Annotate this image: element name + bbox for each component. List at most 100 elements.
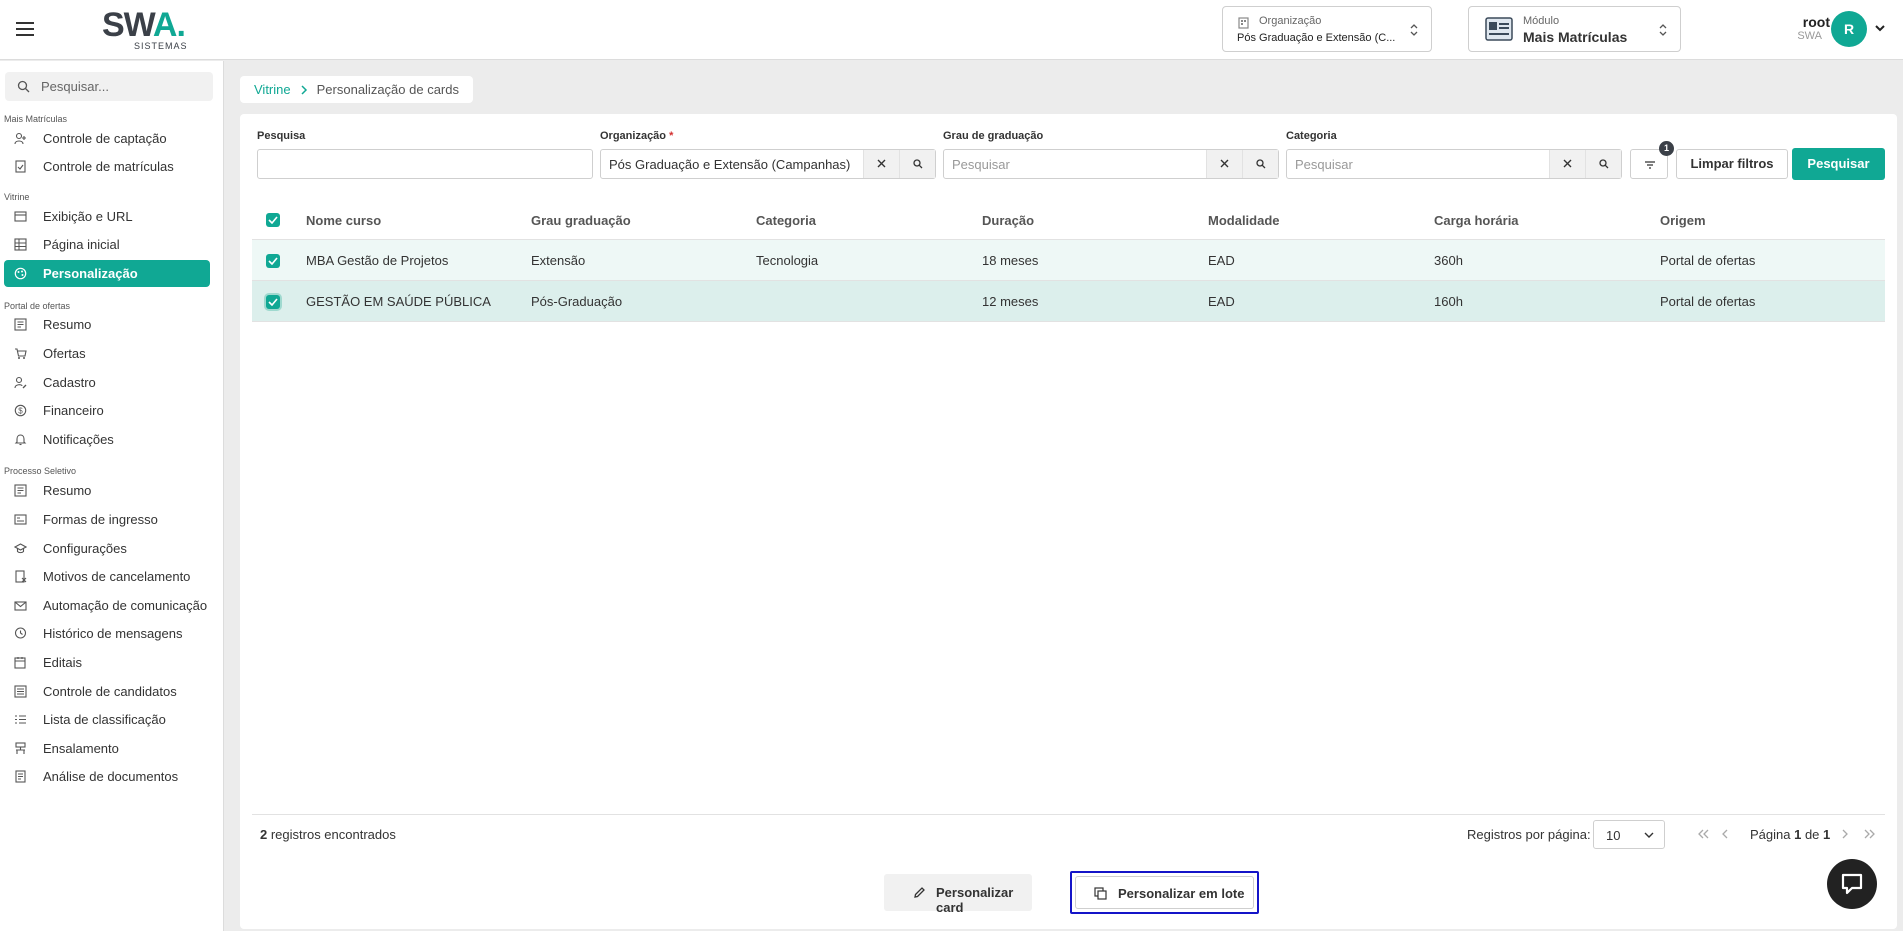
sidebar-item-personalizacao[interactable]: Personalização xyxy=(4,260,210,287)
sidebar-item-financeiro[interactable]: $ Financeiro xyxy=(4,397,210,424)
grau-clear-button[interactable] xyxy=(1206,150,1242,178)
grau-field[interactable]: Pesquisar xyxy=(943,149,1279,179)
column-header-origem[interactable]: Origem xyxy=(1660,213,1706,228)
sidebar-item-label: Controle de candidatos xyxy=(43,684,177,699)
next-page-button[interactable] xyxy=(1837,824,1857,844)
breadcrumb-current: Personalização de cards xyxy=(316,82,459,97)
column-header-duracao[interactable]: Duração xyxy=(982,213,1034,228)
search-icon xyxy=(1256,159,1266,169)
sidebar-item-pagina-inicial[interactable]: Página inicial xyxy=(4,231,210,258)
column-header-modalidade[interactable]: Modalidade xyxy=(1208,213,1280,228)
search-button[interactable]: Pesquisar xyxy=(1792,148,1885,180)
grau-field-label: Grau de graduação xyxy=(943,130,1044,142)
chevron-right-icon xyxy=(1842,829,1848,839)
cell-grau-graduacao: Extensão xyxy=(531,253,586,268)
user-name: root xyxy=(1802,14,1830,30)
last-page-button[interactable] xyxy=(1860,824,1880,844)
organization-field[interactable]: Pós Graduação e Extensão (Campanhas) xyxy=(600,149,936,179)
organization-clear-button[interactable] xyxy=(863,150,899,178)
chevron-down-icon[interactable] xyxy=(1874,23,1886,33)
sidebar-item-exibicao-url[interactable]: Exibição e URL xyxy=(4,203,210,230)
bell-icon xyxy=(14,434,27,446)
customize-batch-button[interactable]: Personalizar em lote xyxy=(1070,871,1259,914)
search-icon xyxy=(1599,159,1609,169)
sidebar-item-motivos-cancelamento[interactable]: Motivos de cancelamento xyxy=(4,563,210,590)
sidebar-item-label: Lista de classificação xyxy=(43,712,166,727)
sidebar-item-controle-candidatos[interactable]: Controle de candidatos xyxy=(4,678,210,705)
organization-field-label: Organização * xyxy=(600,130,674,142)
column-header-nome-curso[interactable]: Nome curso xyxy=(306,213,381,228)
sidebar-item-editais[interactable]: Editais xyxy=(4,649,210,676)
rows-per-page-select[interactable]: 10 xyxy=(1593,820,1665,849)
page-indicator: Página 1 de 1 xyxy=(1750,827,1831,842)
updown-chevron-icon xyxy=(1659,24,1667,36)
avatar[interactable]: R xyxy=(1831,11,1867,47)
sidebar-item-configuracoes[interactable]: Configurações xyxy=(4,535,210,562)
column-header-carga-horaria[interactable]: Carga horária xyxy=(1434,213,1519,228)
mail-icon xyxy=(14,601,27,611)
sidebar-item-notificacoes[interactable]: Notificações xyxy=(4,426,210,453)
row-checkbox[interactable] xyxy=(266,254,280,268)
filter-count-badge: 1 xyxy=(1659,141,1674,156)
chat-support-button[interactable] xyxy=(1827,859,1877,909)
cell-nome-curso: MBA Gestão de Projetos xyxy=(306,253,449,268)
sidebar-item-resumo-portal[interactable]: Resumo xyxy=(4,311,210,338)
select-all-checkbox[interactable] xyxy=(266,213,280,227)
grau-placeholder: Pesquisar xyxy=(952,157,1010,172)
user-add-icon xyxy=(14,132,26,145)
cell-grau-graduacao: Pós-Graduação xyxy=(531,294,623,309)
sidebar-item-automacao-comunicacao[interactable]: Automação de comunicação xyxy=(4,592,210,619)
row-checkbox[interactable] xyxy=(266,295,280,309)
rows-per-page-value: 10 xyxy=(1606,828,1621,843)
breadcrumb-vitrine-link[interactable]: Vitrine xyxy=(254,82,291,97)
hamburger-menu-icon[interactable] xyxy=(14,19,36,39)
double-chevron-left-icon xyxy=(1698,829,1709,839)
sidebar-item-analise-documentos[interactable]: Análise de documentos xyxy=(4,763,210,790)
pencil-icon xyxy=(914,887,925,898)
organization-selector[interactable]: Organização Pós Graduação e Extensão (C.… xyxy=(1222,6,1432,52)
categoria-field[interactable]: Pesquisar xyxy=(1286,149,1622,179)
sidebar-search-input[interactable]: Pesquisar... xyxy=(5,72,213,101)
module-selector[interactable]: Módulo Mais Matrículas xyxy=(1468,6,1681,52)
column-header-grau-graduacao[interactable]: Grau graduação xyxy=(531,213,631,228)
breadcrumb: Vitrine Personalização de cards xyxy=(240,76,473,103)
double-chevron-right-icon xyxy=(1864,829,1875,839)
browser-icon xyxy=(14,211,27,222)
sidebar-item-controle-captacao[interactable]: Controle de captação xyxy=(4,125,210,152)
sidebar-item-ensalamento[interactable]: Ensalamento xyxy=(4,735,210,762)
sidebar-item-resumo-processo[interactable]: Resumo xyxy=(4,477,210,504)
sidebar-item-controle-matriculas[interactable]: Controle de matrículas xyxy=(4,153,210,180)
organization-field-value: Pós Graduação e Extensão (Campanhas) xyxy=(609,157,851,172)
calendar-edit-icon xyxy=(14,657,26,669)
table-row[interactable]: MBA Gestão de Projetos Extensão Tecnolog… xyxy=(252,240,1885,281)
categoria-clear-button[interactable] xyxy=(1549,150,1585,178)
close-icon xyxy=(877,159,886,168)
table-row[interactable]: GESTÃO EM SAÚDE PÚBLICA Pós-Graduação 12… xyxy=(252,281,1885,322)
check-icon xyxy=(268,257,278,265)
sidebar-item-formas-ingresso[interactable]: Formas de ingresso xyxy=(4,506,210,533)
form-icon xyxy=(14,514,27,525)
sidebar-item-lista-classificacao[interactable]: Lista de classificação xyxy=(4,706,210,733)
sidebar-item-label: Personalização xyxy=(43,266,138,281)
swa-logo[interactable]: SWA. SISTEMAS xyxy=(102,8,202,54)
sidebar-item-ofertas[interactable]: Ofertas xyxy=(4,340,210,367)
clear-filters-button[interactable]: Limpar filtros xyxy=(1676,149,1788,179)
sidebar-search-placeholder: Pesquisar... xyxy=(41,79,109,94)
grau-search-button[interactable] xyxy=(1242,150,1278,178)
sidebar-item-cadastro[interactable]: Cadastro xyxy=(4,369,210,396)
first-page-button[interactable] xyxy=(1693,824,1713,844)
search-input[interactable] xyxy=(257,149,593,179)
customize-card-button[interactable]: Personalizar card xyxy=(884,874,1032,915)
user-edit-icon xyxy=(14,376,27,389)
chat-history-icon xyxy=(14,627,27,639)
previous-page-button[interactable] xyxy=(1717,824,1737,844)
organization-search-button[interactable] xyxy=(899,150,935,178)
sidebar-item-label: Formas de ingresso xyxy=(43,512,158,527)
column-header-categoria[interactable]: Categoria xyxy=(756,213,816,228)
categoria-search-button[interactable] xyxy=(1585,150,1621,178)
sidebar-item-historico-mensagens[interactable]: Histórico de mensagens xyxy=(4,620,210,647)
document-x-icon xyxy=(15,570,27,583)
customize-card-label: Personalizar card xyxy=(936,885,1014,915)
sidebar-item-label: Exibição e URL xyxy=(43,209,133,224)
sidebar-item-label: Automação de comunicação xyxy=(43,598,208,613)
